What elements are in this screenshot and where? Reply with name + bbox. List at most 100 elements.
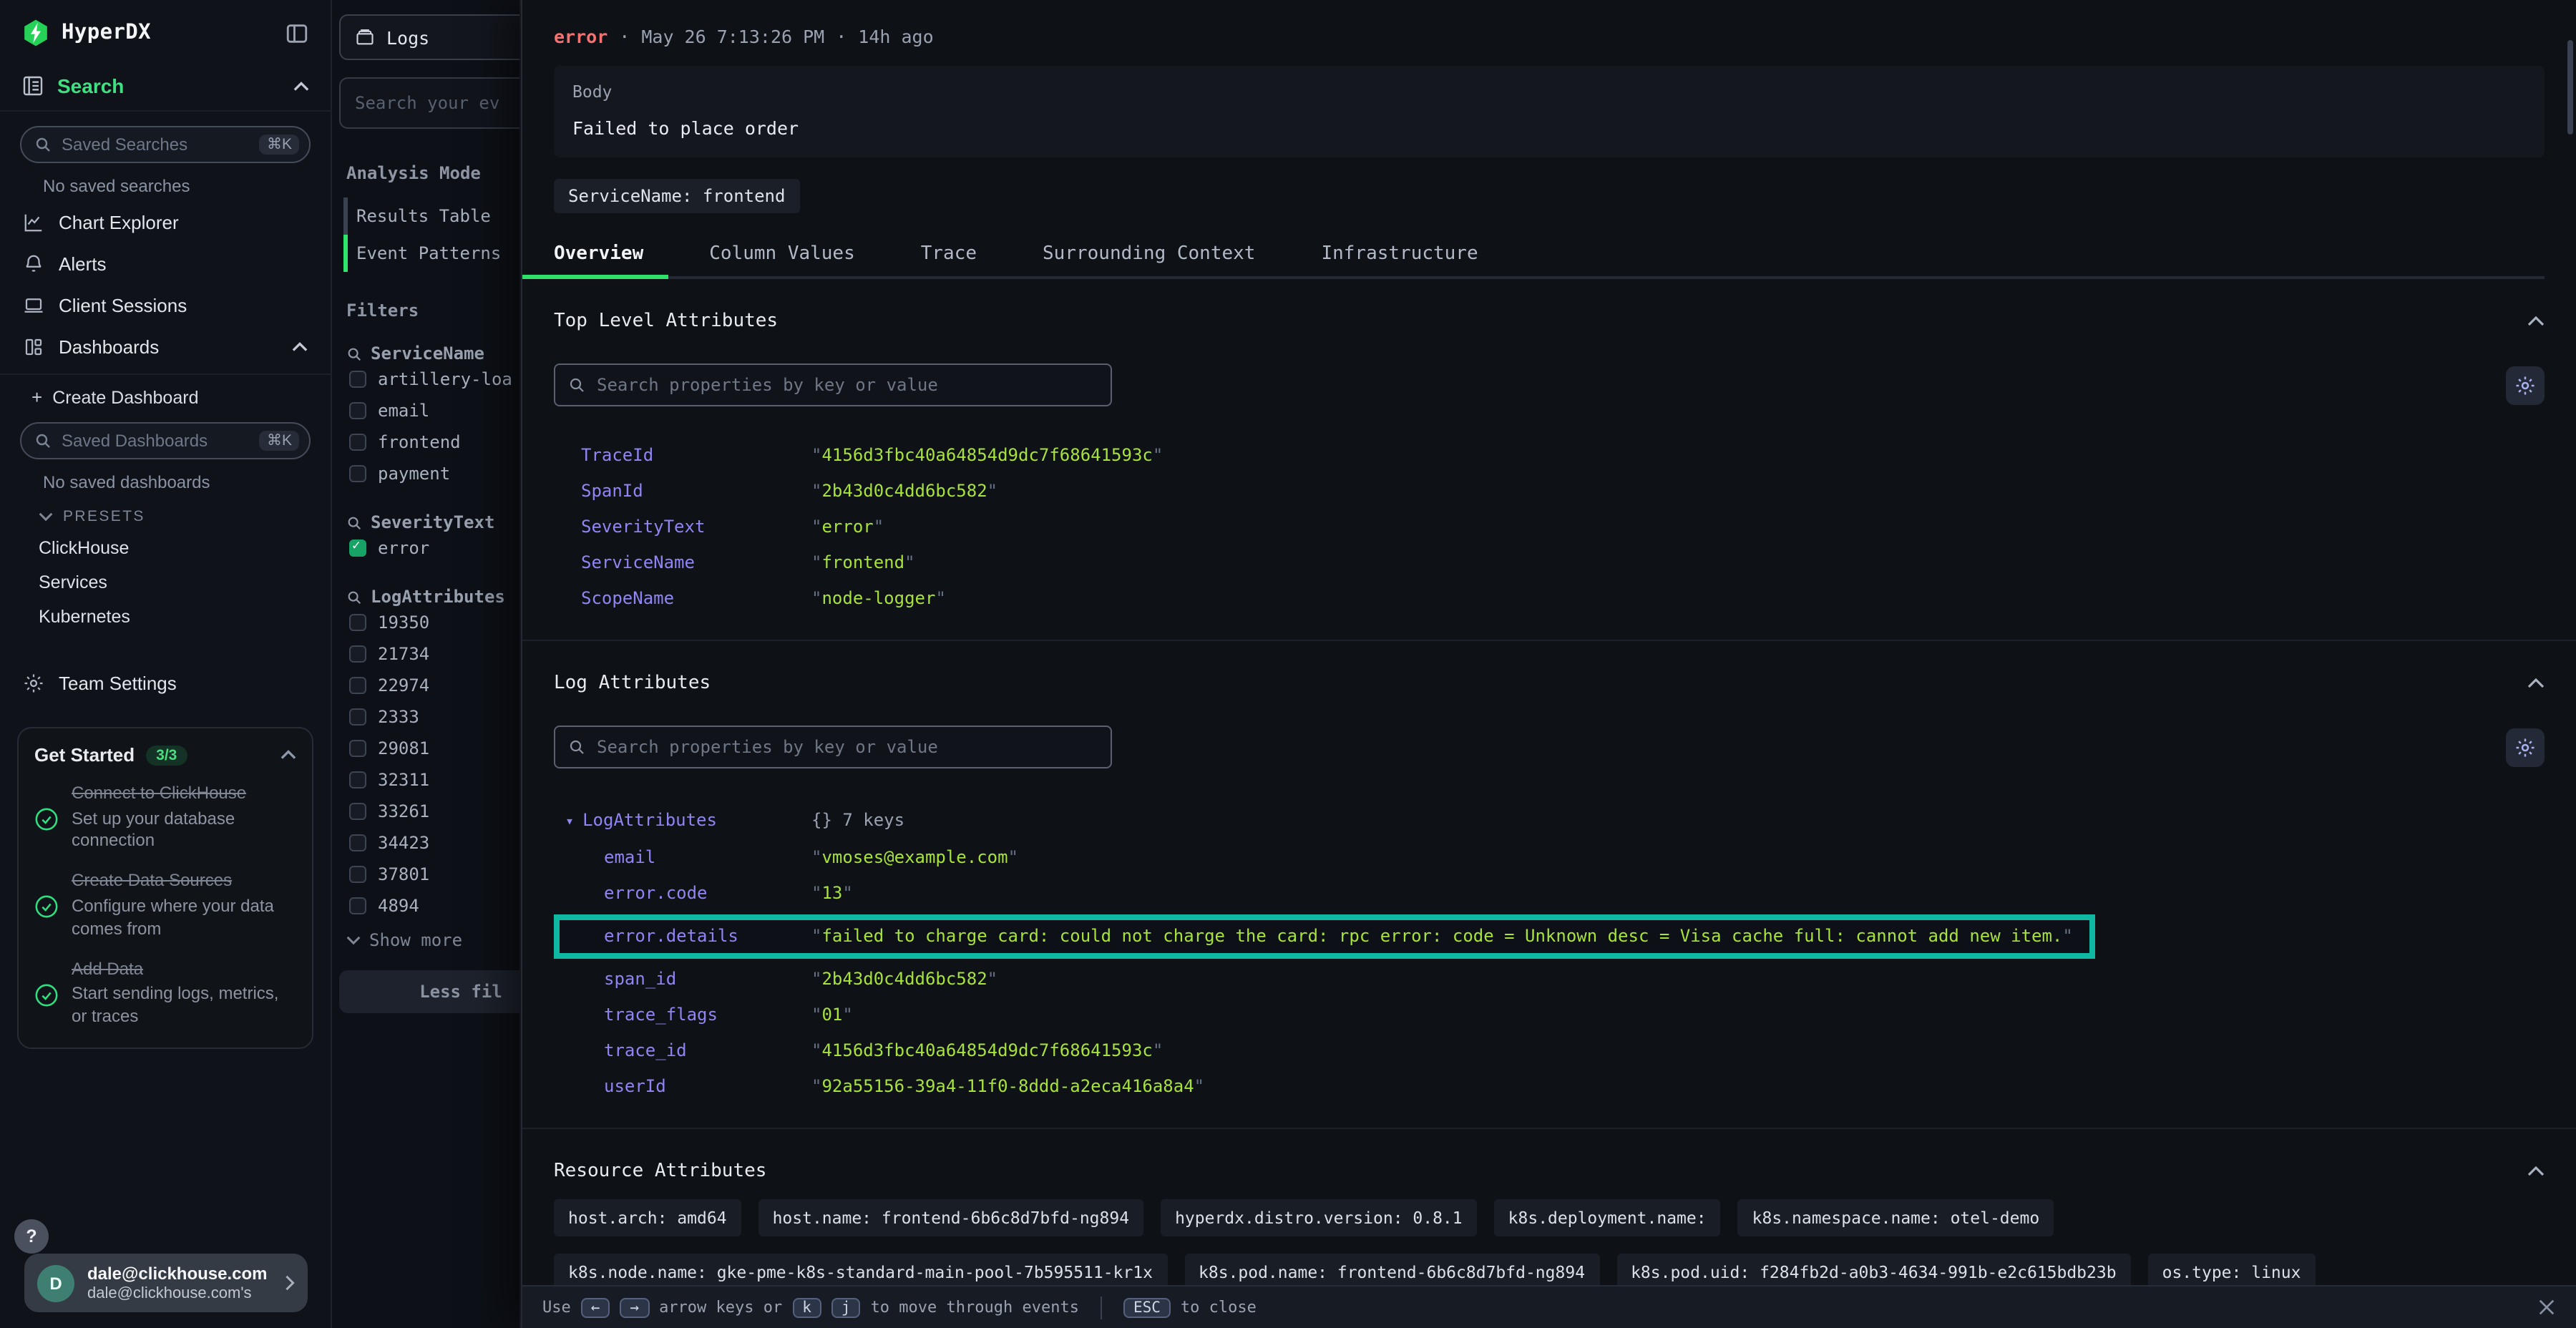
checkbox[interactable] (349, 371, 366, 388)
attribute-row[interactable]: TraceId 4156d3fbc40a64854d9dc7f68641593c (554, 438, 2545, 474)
attribute-row[interactable]: error.code 13 (554, 875, 2545, 911)
sidebar-nav-item[interactable]: Alerts (0, 243, 331, 285)
attribute-value[interactable]: 4156d3fbc40a64854d9dc7f68641593c (811, 445, 1163, 467)
checkbox[interactable] (349, 740, 366, 757)
resource-attribute-chip[interactable]: k8s.pod.uid: f284fb2d-a0b3-4634-991b-e2c… (1616, 1253, 2131, 1285)
attribute-row[interactable]: ServiceName frontend (554, 545, 2545, 581)
search-icon[interactable] (346, 589, 362, 605)
sidebar-item-search[interactable]: Search (0, 62, 331, 110)
checkbox[interactable] (349, 465, 366, 482)
checkbox[interactable] (349, 834, 366, 851)
filter-checkbox-row[interactable]: email (332, 395, 519, 426)
resource-attribute-chip[interactable]: k8s.deployment.name: (1494, 1198, 1721, 1236)
filter-checkbox-row[interactable]: artillery-loa (332, 363, 519, 395)
attribute-key[interactable]: TraceId (581, 445, 811, 467)
resource-attribute-chip[interactable]: k8s.namespace.name: otel-demo (1738, 1198, 2054, 1236)
hyperdx-logo[interactable]: HyperDX (21, 19, 151, 47)
resource-attribute-chip[interactable]: host.name: frontend-6b6c8d7bfd-ng894 (758, 1198, 1144, 1236)
tree-node[interactable]: LogAttributes (565, 810, 811, 832)
filter-checkbox-row[interactable]: 33261 (332, 796, 519, 827)
scrollbar-thumb[interactable] (2567, 40, 2573, 135)
collapse-section-icon[interactable] (2527, 316, 2545, 326)
filter-checkbox-row[interactable]: 2333 (332, 701, 519, 733)
log-attributes-search-input[interactable] (597, 737, 1098, 757)
attribute-value[interactable]: 01 (811, 1004, 853, 1025)
top-level-search-input[interactable] (597, 375, 1098, 395)
top-level-search[interactable] (554, 363, 1112, 406)
attribute-key[interactable]: error.code (604, 882, 811, 904)
attribute-value[interactable]: 4156d3fbc40a64854d9dc7f68641593c (811, 1040, 1163, 1061)
sidebar-nav-item[interactable]: Chart Explorer (0, 202, 331, 243)
attribute-value[interactable]: frontend (811, 552, 915, 574)
filter-checkbox-row[interactable]: error (332, 532, 519, 564)
attribute-key[interactable]: trace_flags (604, 1004, 811, 1025)
attribute-key[interactable]: trace_id (604, 1040, 811, 1061)
search-icon[interactable] (346, 514, 362, 530)
get-started-item[interactable]: Connect to ClickHouse Set up your databa… (34, 783, 296, 854)
chevron-up-icon[interactable] (280, 750, 296, 760)
attribute-row[interactable]: span_id 2b43d0c4dd6bc582 (554, 961, 2545, 997)
filter-checkbox-row[interactable]: 21734 (332, 638, 519, 670)
attribute-key[interactable]: error.details (604, 925, 811, 947)
detail-tab[interactable]: Trace (921, 230, 977, 276)
column-settings-button[interactable] (2506, 366, 2545, 404)
filter-checkbox-row[interactable]: 22974 (332, 670, 519, 701)
resource-attribute-chip[interactable]: os.type: linux (2148, 1253, 2316, 1285)
saved-searches-input[interactable]: Saved Searches ⌘K (20, 126, 311, 163)
chevron-up-icon[interactable] (293, 81, 309, 91)
collapse-section-icon[interactable] (2527, 678, 2545, 688)
attribute-value[interactable]: error (811, 517, 884, 538)
attribute-key[interactable]: ServiceName (581, 552, 811, 574)
attribute-key[interactable]: ScopeName (581, 588, 811, 610)
collapse-section-icon[interactable] (2527, 1166, 2545, 1176)
attribute-row[interactable]: SeverityText error (554, 509, 2545, 545)
attribute-row[interactable]: error.details failed to charge card: cou… (554, 914, 2096, 958)
create-dashboard-button[interactable]: + Create Dashboard (0, 375, 331, 416)
team-settings-button[interactable]: Team Settings (0, 663, 331, 704)
log-attributes-search[interactable] (554, 726, 1112, 768)
detail-tab[interactable]: Surrounding Context (1043, 230, 1255, 276)
attribute-value[interactable]: node-logger (811, 588, 946, 610)
checkbox[interactable] (349, 677, 366, 694)
close-icon[interactable] (2537, 1298, 2556, 1317)
event-search-input[interactable]: Search your ev (339, 77, 521, 129)
attribute-key[interactable]: email (604, 846, 811, 868)
filter-checkbox-row[interactable]: 4894 (332, 890, 519, 922)
filter-checkbox-row[interactable]: 29081 (332, 733, 519, 764)
checkbox[interactable] (349, 614, 366, 631)
service-name-tag[interactable]: ServiceName: frontend (554, 179, 799, 213)
checkbox[interactable] (349, 897, 366, 914)
attribute-value[interactable]: 2b43d0c4dd6bc582 (811, 968, 997, 990)
checkbox[interactable] (349, 803, 366, 820)
preset-item[interactable]: ClickHouse (0, 531, 331, 565)
search-icon[interactable] (346, 346, 362, 361)
attribute-key[interactable]: span_id (604, 968, 811, 990)
get-started-item[interactable]: Create Data Sources Configure where your… (34, 871, 296, 942)
checkbox[interactable] (349, 645, 366, 663)
resource-attribute-chip[interactable]: hyperdx.distro.version: 0.8.1 (1161, 1198, 1477, 1236)
resource-attribute-chip[interactable]: host.arch: amd64 (554, 1198, 741, 1236)
less-filters-button[interactable]: Less fil (339, 970, 521, 1013)
attribute-value[interactable]: failed to charge card: could not charge … (811, 925, 2073, 947)
saved-dashboards-input[interactable]: Saved Dashboards ⌘K (20, 422, 311, 459)
presets-toggle[interactable]: PRESETS (0, 498, 331, 531)
attribute-key[interactable]: userId (604, 1075, 811, 1097)
attribute-value[interactable]: 2b43d0c4dd6bc582 (811, 481, 997, 502)
attribute-value[interactable]: 13 (811, 882, 853, 904)
resource-attribute-chip[interactable]: k8s.pod.name: frontend-6b6c8d7bfd-ng894 (1184, 1253, 1599, 1285)
filter-checkbox-row[interactable]: 32311 (332, 764, 519, 796)
filter-checkbox-row[interactable]: frontend (332, 426, 519, 458)
attribute-value[interactable]: vmoses@example.com (811, 846, 1018, 868)
checkbox[interactable] (349, 708, 366, 726)
collapse-sidebar-icon[interactable] (285, 21, 309, 45)
resource-attribute-chip[interactable]: k8s.node.name: gke-pme-k8s-standard-main… (554, 1253, 1167, 1285)
preset-item[interactable]: Kubernetes (0, 600, 331, 634)
filter-checkbox-row[interactable]: 34423 (332, 827, 519, 859)
help-button[interactable]: ? (14, 1219, 49, 1254)
checkbox[interactable] (349, 866, 366, 883)
detail-tab[interactable]: Overview (554, 230, 643, 276)
attribute-row[interactable]: SpanId 2b43d0c4dd6bc582 (554, 474, 2545, 509)
get-started-item[interactable]: Add Data Start sending logs, metrics, or… (34, 958, 296, 1029)
attribute-row[interactable]: trace_flags 01 (554, 997, 2545, 1032)
filter-checkbox-row[interactable]: payment (332, 458, 519, 489)
